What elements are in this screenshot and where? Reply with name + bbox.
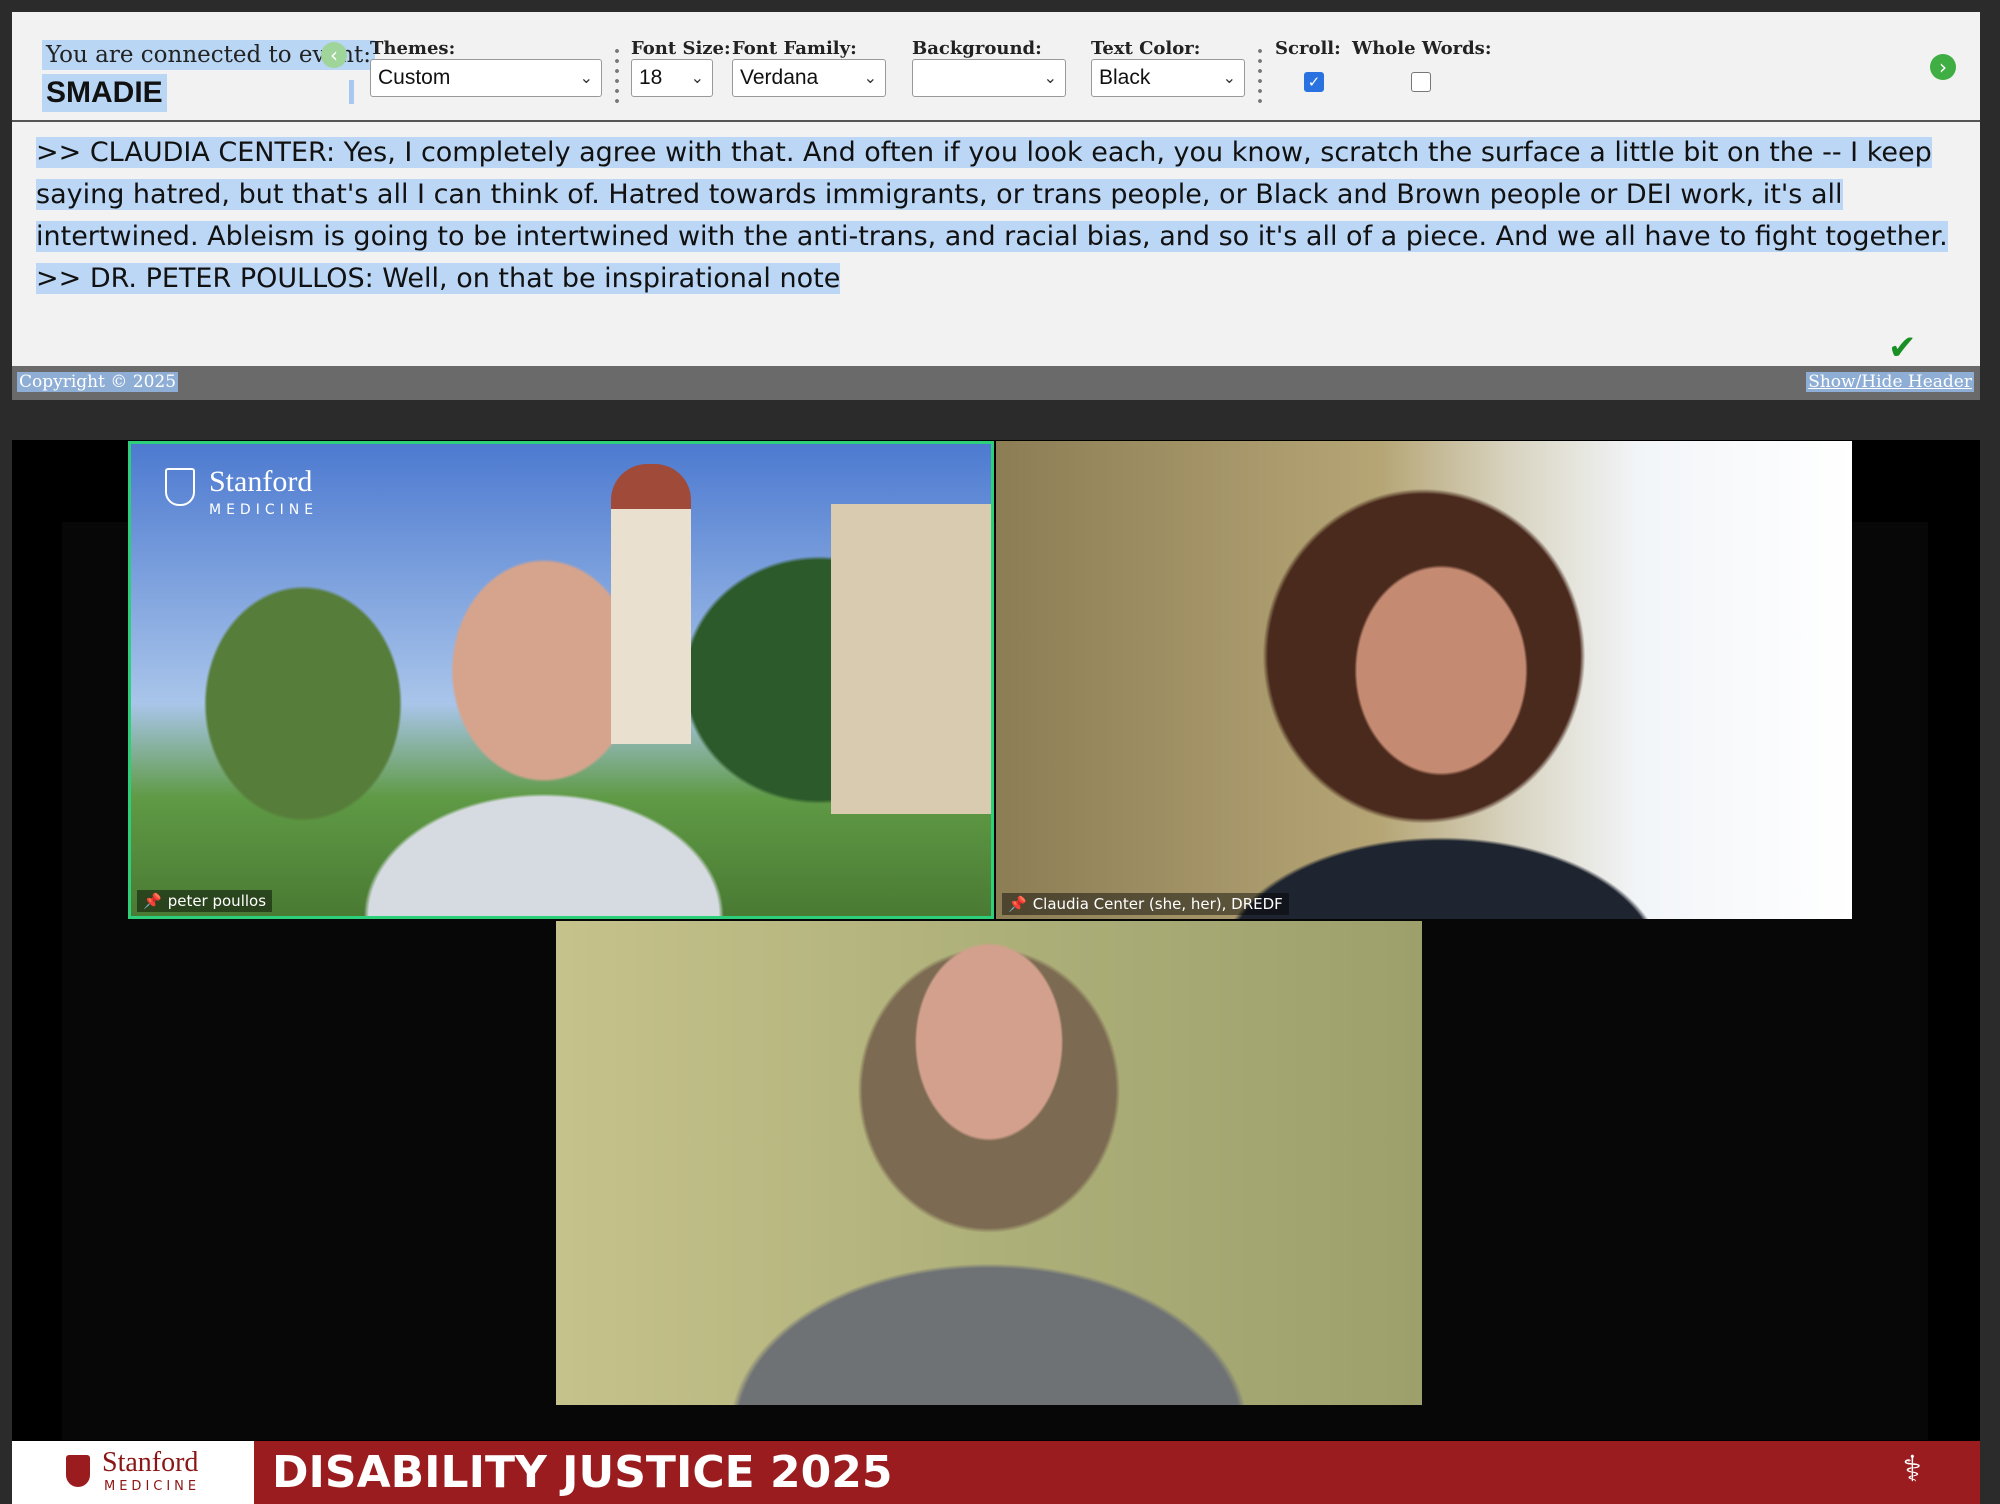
caption-footer: Copyright © 2025 Show/Hide Header <box>12 366 1980 400</box>
event-name: SMADIE <box>42 74 167 112</box>
chevron-down-icon: ⌄ <box>579 68 593 87</box>
font-family-select[interactable]: Verdana ⌄ <box>732 59 886 97</box>
stanford-medicine-logo: Stanford MEDICINE <box>165 465 319 524</box>
pin-icon: 📌 <box>143 892 162 910</box>
participant-name-tag: 📌 peter poullos <box>137 890 273 912</box>
themes-select[interactable]: Custom ⌄ <box>370 59 602 97</box>
chevron-down-icon: ⌄ <box>690 68 704 87</box>
show-hide-header-link[interactable]: Show/Hide Header <box>1806 372 1974 392</box>
video-tile-peter-poullos[interactable]: Stanford MEDICINE 📌 peter poullos <box>128 441 994 919</box>
scroll-label: Scroll: <box>1275 38 1341 59</box>
tower-background <box>611 464 691 744</box>
font-size-value: 18 <box>639 66 663 89</box>
themes-label: Themes: <box>370 38 456 59</box>
participant-name-tag: 📌 Claudia Center (she, her), DREDF <box>1002 893 1289 915</box>
video-tile-claudia-center[interactable]: 📌 Claudia Center (she, her), DREDF <box>996 441 1852 919</box>
transcript-line-claudia: >> CLAUDIA CENTER: Yes, I completely agr… <box>36 137 1948 252</box>
logo-word: Stanford <box>102 1447 199 1478</box>
copyright-text: Copyright © 2025 <box>17 372 179 392</box>
scroll-checkbox[interactable]: ✓ <box>1304 72 1324 92</box>
font-family-label: Font Family: <box>732 38 857 59</box>
stethoscope-icon: ⚕ <box>1902 1449 1922 1490</box>
chevron-down-icon: ⌄ <box>1222 68 1236 87</box>
whole-words-checkbox[interactable] <box>1411 72 1431 92</box>
transcript-paragraph: >> CLAUDIA CENTER: Yes, I completely agr… <box>36 132 1956 258</box>
caption-transcript[interactable]: >> CLAUDIA CENTER: Yes, I completely agr… <box>12 122 1980 366</box>
background-select[interactable]: ⌄ <box>912 59 1066 97</box>
font-size-label: Font Size: <box>631 38 731 59</box>
stanford-medicine-logo: Stanford MEDICINE <box>12 1441 254 1504</box>
pin-icon: 📌 <box>1008 895 1027 913</box>
separator-dots <box>1258 46 1262 104</box>
chevron-left-icon[interactable]: ‹ <box>321 42 347 68</box>
font-family-value: Verdana <box>740 66 819 89</box>
building-background <box>831 504 991 814</box>
caption-settings-header: You are connected to event: ‹ SMADIE The… <box>12 12 1980 122</box>
font-size-select[interactable]: 18 ⌄ <box>631 59 713 97</box>
logo-word: Stanford <box>209 465 313 498</box>
chevron-down-icon: ⌄ <box>1043 68 1057 87</box>
text-color-value: Black <box>1099 66 1151 89</box>
logo-sub: MEDICINE <box>209 502 319 518</box>
background-label: Background: <box>912 38 1042 59</box>
text-color-label: Text Color: <box>1091 38 1201 59</box>
banner-title: DISABILITY JUSTICE 2025 <box>272 1447 893 1498</box>
whole-words-label: Whole Words: <box>1352 38 1492 59</box>
logo-sub: MEDICINE <box>104 1479 201 1494</box>
participant-name: peter poullos <box>167 892 267 910</box>
video-tile-participant[interactable] <box>556 921 1422 1405</box>
chevron-right-icon[interactable]: › <box>1930 54 1956 80</box>
shield-icon <box>165 468 195 506</box>
transcript-text: >> CLAUDIA CENTER: Yes, I completely agr… <box>36 132 1956 300</box>
chevron-down-icon: ⌄ <box>863 68 877 87</box>
separator-dots <box>615 46 619 104</box>
transcript-line-peter: >> DR. PETER POULLOS: Well, on that be i… <box>36 263 841 294</box>
checkmark-icon: ✔ <box>1888 328 1917 366</box>
participant-name: Claudia Center (she, her), DREDF <box>1032 895 1283 913</box>
event-banner: Stanford MEDICINE DISABILITY JUSTICE 202… <box>12 1441 1980 1504</box>
selection-marker <box>349 80 354 104</box>
transcript-paragraph: >> DR. PETER POULLOS: Well, on that be i… <box>36 258 1956 300</box>
shield-icon <box>66 1455 90 1487</box>
text-color-select[interactable]: Black ⌄ <box>1091 59 1245 97</box>
themes-value: Custom <box>378 66 451 89</box>
